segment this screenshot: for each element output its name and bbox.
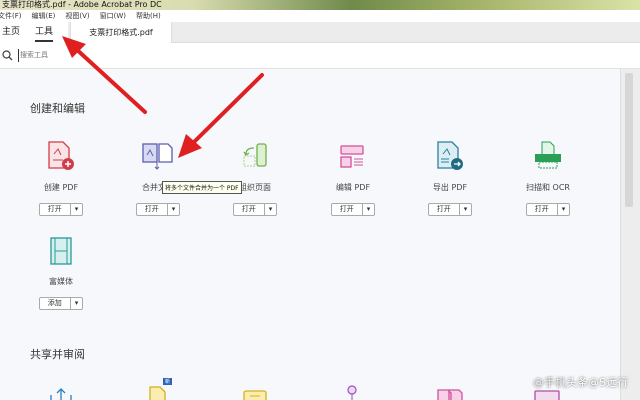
- chevron-down-icon[interactable]: ▾: [71, 298, 83, 309]
- rich-media-icon: [50, 237, 72, 265]
- tool-organize-pages[interactable]: 组织页面 打开 ▾: [206, 138, 304, 216]
- section-create-edit: 创建和编辑: [30, 102, 85, 115]
- title-bar: 支票打印格式.pdf - Adobe Acrobat Pro DC: [0, 0, 640, 10]
- open-button-main[interactable]: 打开: [234, 204, 265, 215]
- tab-bar: 主页 工具 支票打印格式.pdf: [0, 22, 640, 43]
- window-title: 支票打印格式.pdf - Adobe Acrobat Pro DC: [2, 0, 162, 9]
- open-button[interactable]: 打开 ▾: [525, 203, 571, 216]
- tool-edit-pdf[interactable]: 编辑 PDF 打开 ▾: [304, 138, 402, 216]
- tool-label: 导出 PDF: [432, 183, 468, 192]
- tool-rich-media[interactable]: 富媒体 添加 ▾: [12, 232, 110, 310]
- stamp-icon: [243, 390, 267, 400]
- menu-bar: 文件(F) 编辑(E) 视图(V) 窗口(W) 帮助(H): [0, 10, 640, 22]
- add-button[interactable]: 添加 ▾: [38, 297, 84, 310]
- scan-ocr-icon: [535, 141, 561, 169]
- pin-icon: [347, 385, 357, 400]
- tool-combine-files[interactable]: 合并文件 打开 ▾: [109, 138, 207, 216]
- share-icon: [50, 388, 72, 400]
- export-pdf-icon: [437, 141, 463, 170]
- tool-scan-ocr[interactable]: 扫描和 OCR 打开 ▾: [499, 138, 597, 216]
- open-button[interactable]: 打开 ▾: [135, 203, 181, 216]
- menu-view[interactable]: 视图(V): [65, 10, 89, 22]
- tab-home[interactable]: 主页: [2, 22, 20, 43]
- tab-document[interactable]: 支票打印格式.pdf: [70, 22, 172, 43]
- chevron-down-icon[interactable]: ▾: [265, 204, 277, 215]
- open-button[interactable]: 打开 ▾: [232, 203, 278, 216]
- combine-files-icon: [142, 143, 173, 170]
- open-button[interactable]: 打开 ▾: [38, 203, 84, 216]
- tool-label: 富媒体: [49, 277, 73, 286]
- scrollbar[interactable]: [620, 69, 640, 400]
- compare-icon: [437, 389, 463, 400]
- menu-window[interactable]: 窗口(W): [100, 10, 126, 22]
- chevron-down-icon[interactable]: ▾: [168, 204, 180, 215]
- menu-file[interactable]: 文件(F): [0, 10, 22, 22]
- chevron-down-icon[interactable]: ▾: [71, 204, 83, 215]
- section-share-review: 共享并审阅: [30, 348, 85, 361]
- open-button[interactable]: 打开 ▾: [330, 203, 376, 216]
- tool-export-pdf[interactable]: 导出 PDF 打开 ▾: [401, 138, 499, 216]
- menu-edit[interactable]: 编辑(E): [32, 10, 56, 22]
- open-button-main[interactable]: 打开: [429, 204, 460, 215]
- chevron-down-icon[interactable]: ▾: [363, 204, 375, 215]
- tab-tools[interactable]: 工具: [35, 22, 54, 42]
- search-bar: [0, 43, 640, 69]
- open-button-main[interactable]: 打开: [40, 204, 71, 215]
- organize-pages-icon: [243, 143, 267, 167]
- scrollbar-thumb[interactable]: [625, 73, 633, 207]
- tool-label: 创建 PDF: [43, 183, 79, 192]
- tool-label: 编辑 PDF: [335, 183, 371, 192]
- comment-icon: [149, 386, 166, 400]
- open-button-main[interactable]: 打开: [332, 204, 363, 215]
- tool-create-pdf[interactable]: 创建 PDF 打开 ▾: [12, 138, 110, 216]
- menu-help[interactable]: 帮助(H): [136, 10, 161, 22]
- tool-label: 扫描和 OCR: [526, 183, 570, 192]
- new-badge: 新: [163, 378, 173, 385]
- watermark: @手机头条@S远行: [533, 376, 628, 389]
- edit-pdf-icon: [340, 145, 364, 168]
- open-button[interactable]: 打开 ▾: [427, 203, 473, 216]
- add-button-main[interactable]: 添加: [40, 298, 71, 309]
- chevron-down-icon[interactable]: ▾: [460, 204, 472, 215]
- search-icon: [2, 50, 13, 61]
- open-button-main[interactable]: 打开: [137, 204, 168, 215]
- tooltip: 将多个文件合并为一个 PDF: [162, 181, 242, 194]
- chevron-down-icon[interactable]: ▾: [558, 204, 570, 215]
- certificate-icon: [534, 390, 560, 400]
- create-pdf-icon: [48, 141, 74, 170]
- search-input[interactable]: [18, 49, 218, 62]
- open-button-main[interactable]: 打开: [527, 204, 558, 215]
